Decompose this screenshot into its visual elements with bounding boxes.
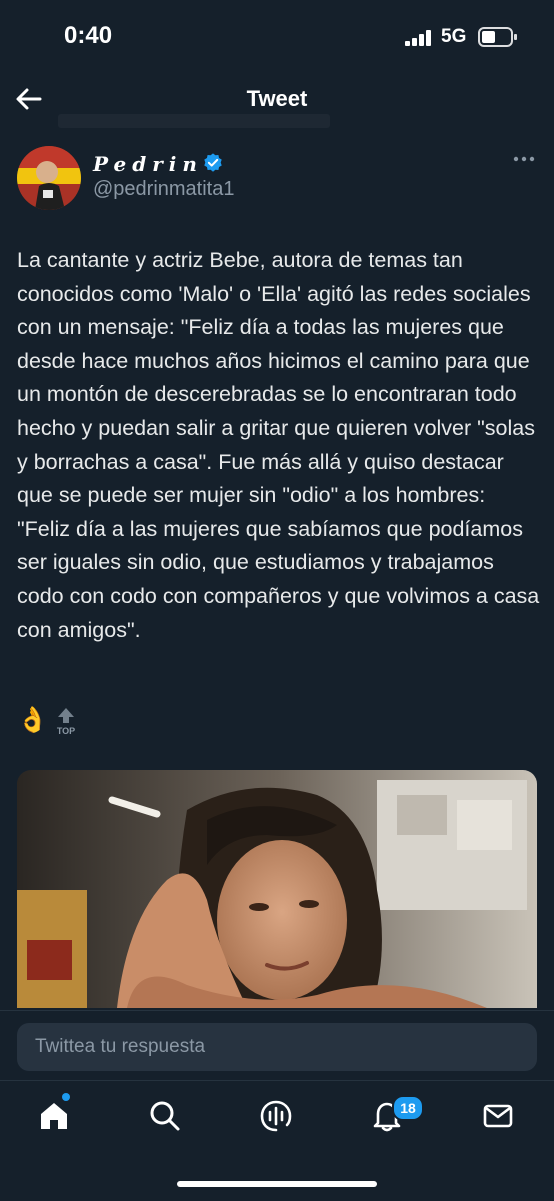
author-display-name[interactable]: Pedrin <box>93 152 203 176</box>
home-indicator <box>177 1181 377 1187</box>
status-time: 0:40 <box>64 22 113 49</box>
tweet-text: La cantante y actriz Bebe, autora de tem… <box>17 248 540 642</box>
search-icon[interactable] <box>148 1099 182 1133</box>
verified-badge-icon <box>204 153 222 172</box>
avatar-image <box>17 146 81 210</box>
status-bar: 0:40 5G <box>0 0 554 74</box>
photo-image <box>17 770 537 1008</box>
tweet-photo[interactable] <box>17 770 537 1008</box>
notifications-count-badge: 18 <box>392 1095 424 1121</box>
faded-header-text <box>58 114 330 128</box>
top-navigation: Tweet <box>0 74 554 128</box>
top-arrow-icon: TOP <box>57 708 75 736</box>
cellular-signal-icon <box>405 30 431 46</box>
ok-hand-emoji: 👌 <box>17 706 49 734</box>
spaces-icon[interactable] <box>259 1099 293 1133</box>
mail-icon[interactable] <box>481 1099 515 1133</box>
reply-input[interactable] <box>17 1023 537 1071</box>
author-handle[interactable]: @pedrinmatita1 <box>93 178 234 201</box>
bottom-tab-bar: 18 <box>0 1080 554 1201</box>
avatar[interactable] <box>17 146 81 210</box>
battery-icon <box>478 27 517 47</box>
tweet-author: Pedrin @pedrinmatita1 <box>0 138 554 218</box>
more-options-icon[interactable] <box>512 154 536 164</box>
home-icon[interactable] <box>37 1099 71 1133</box>
home-unread-dot <box>62 1093 70 1101</box>
network-type: 5G <box>441 26 467 47</box>
reply-bar <box>0 1010 554 1081</box>
top-label: TOP <box>57 726 75 736</box>
page-title: Tweet <box>246 86 308 111</box>
